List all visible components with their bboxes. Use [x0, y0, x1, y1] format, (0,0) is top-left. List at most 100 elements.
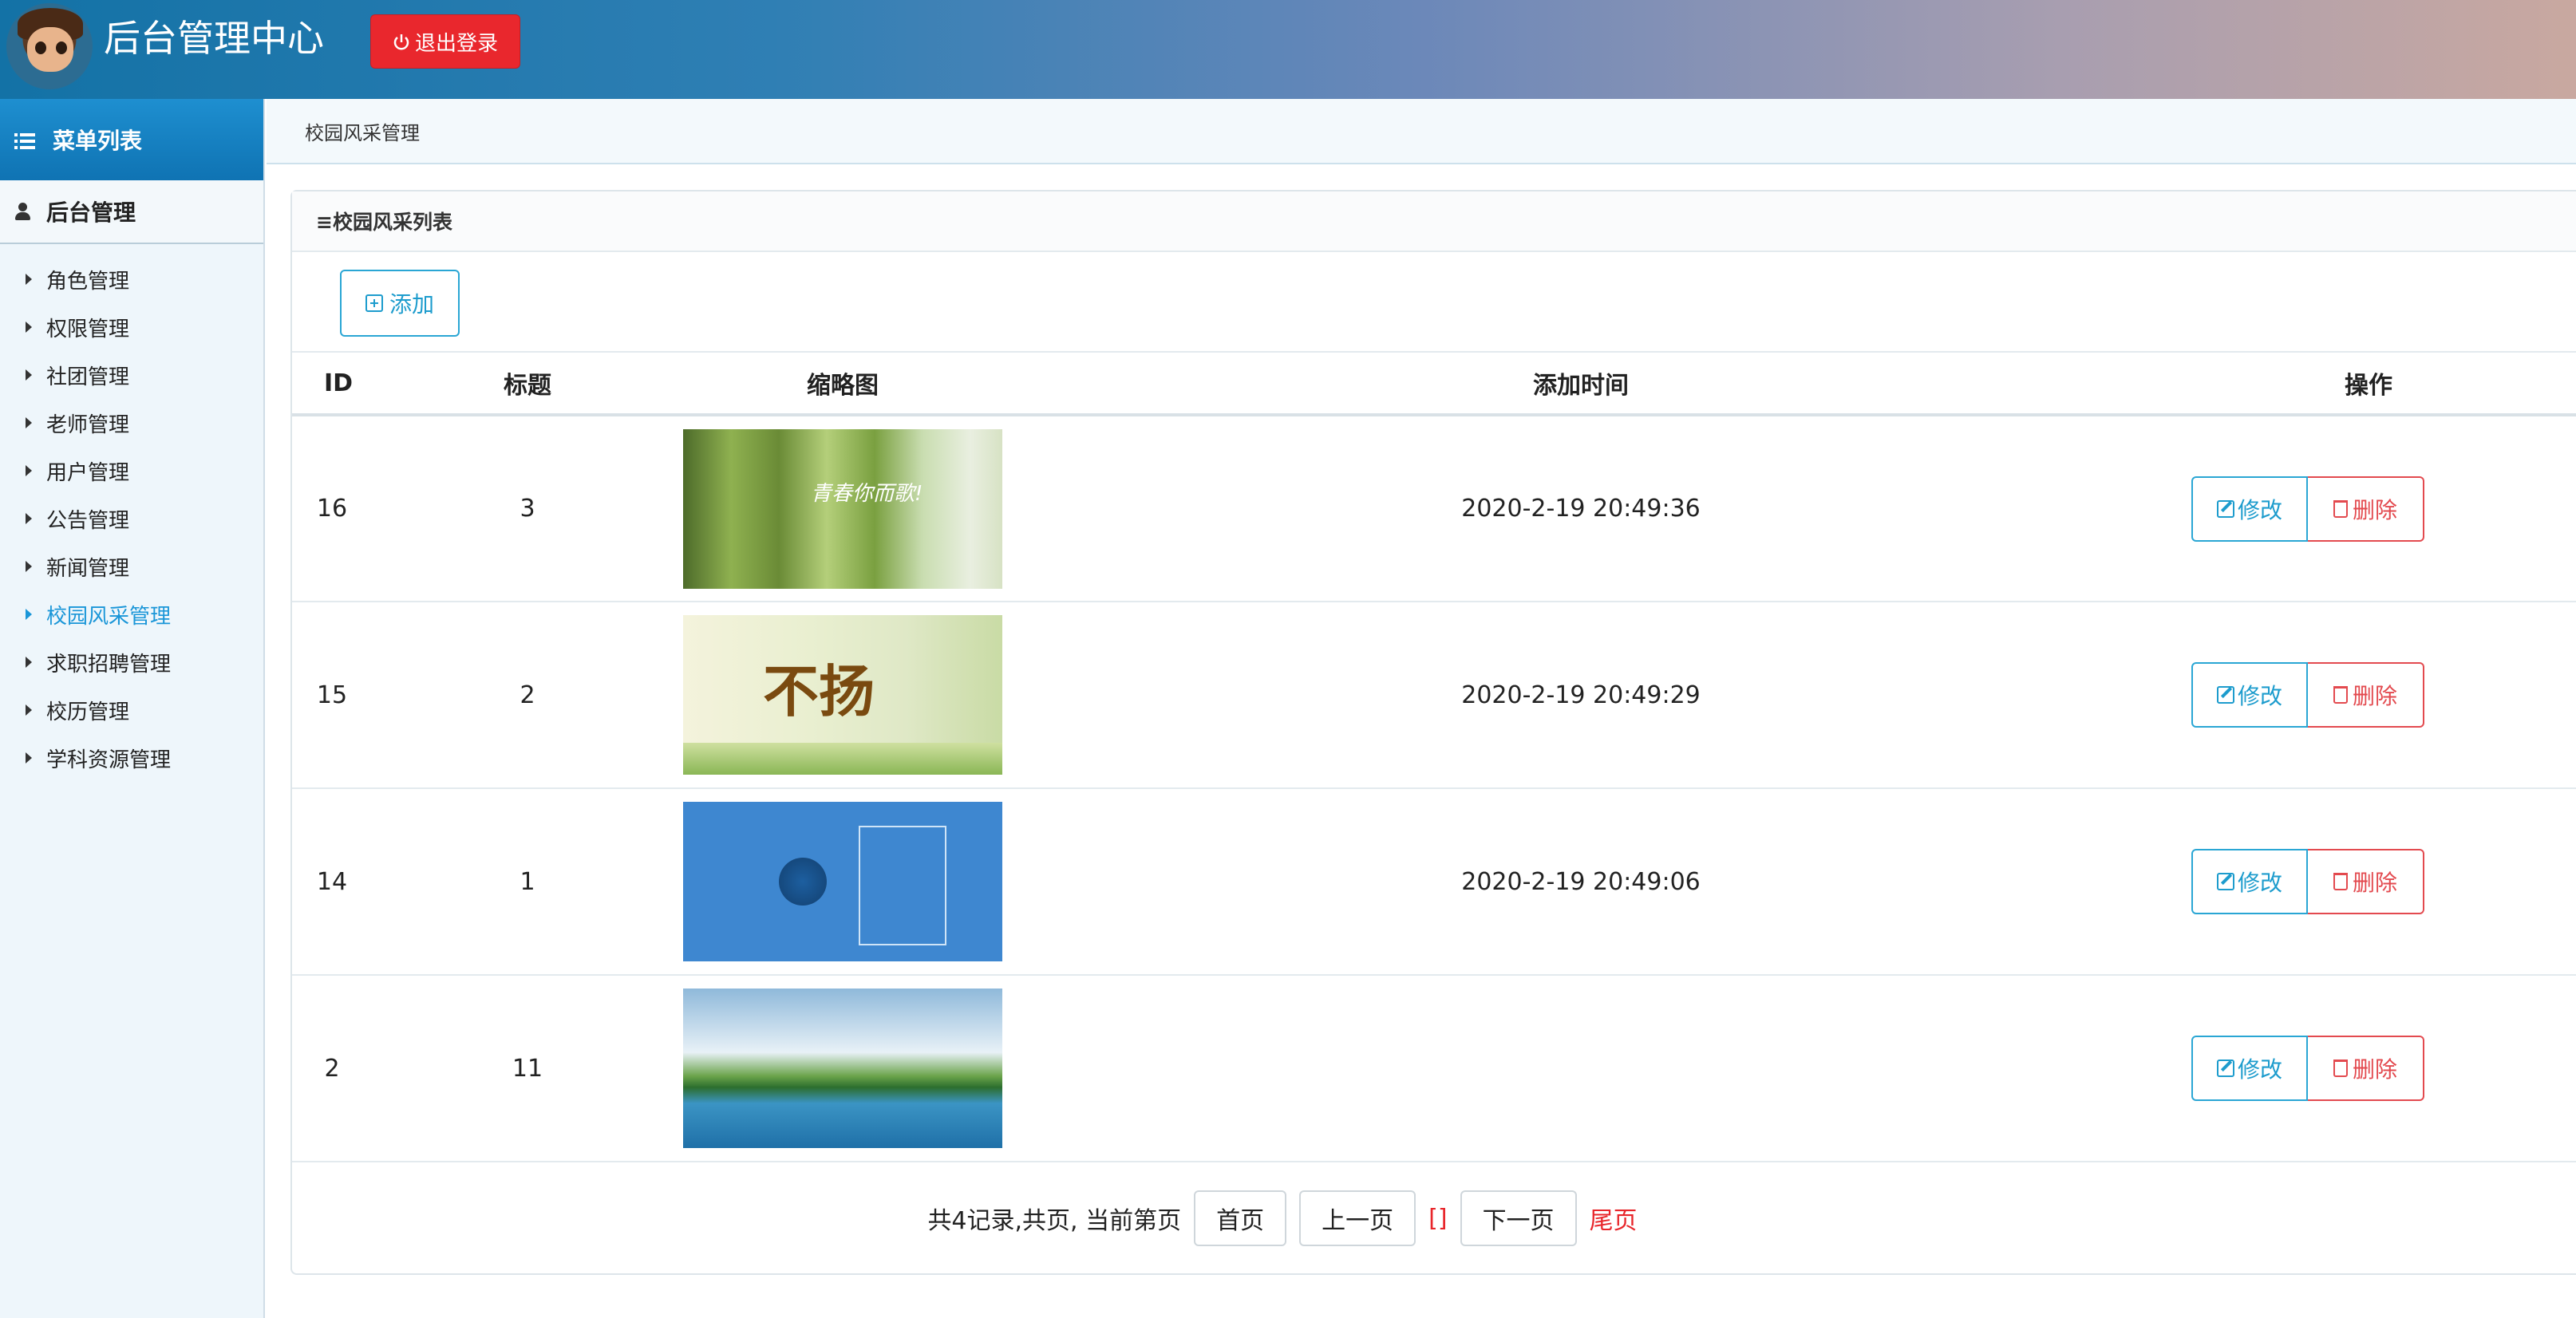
caret-right-icon: [26, 609, 32, 620]
edit-icon: [2216, 686, 2234, 704]
last-page-link[interactable]: 尾页: [1590, 1201, 1638, 1236]
table-header-row: ID 标题 缩略图 添加时间 操作: [292, 353, 2576, 416]
pagination-summary: 共4记录,共页, 当前第页: [927, 1207, 1182, 1235]
trash-icon: [2333, 873, 2348, 890]
delete-button[interactable]: 删除: [2308, 1036, 2424, 1101]
caret-right-icon: [26, 369, 32, 381]
sidebar-item-teachers[interactable]: 老师管理: [0, 399, 263, 447]
edit-button[interactable]: 修改: [2191, 849, 2308, 914]
sidebar-item-label: 学科资源管理: [46, 748, 172, 772]
trash-icon: [2333, 686, 2348, 704]
app-header: 后台管理中心 退出登录: [0, 0, 2576, 99]
caret-right-icon: [26, 752, 32, 764]
prev-page-button[interactable]: 上一页: [1299, 1190, 1416, 1246]
cell-time: 2020-2-19 20:49:36: [1002, 415, 2159, 602]
breadcrumb-current: 校园风采管理: [305, 121, 420, 144]
add-label: 添加: [389, 291, 434, 318]
thumbnail-image: [683, 802, 1002, 961]
sidebar-item-label: 校园风采管理: [46, 604, 172, 629]
campus-style-table: ID 标题 缩略图 添加时间 操作 16 3 青春你而歌! 2020-2-19 …: [292, 353, 2576, 1162]
sidebar-item-campus-style[interactable]: 校园风采管理: [0, 590, 263, 638]
menu-header: 菜单列表: [0, 99, 263, 180]
sidebar-item-calendar[interactable]: 校历管理: [0, 686, 263, 734]
caret-right-icon: [26, 704, 32, 716]
cell-title: 2: [372, 602, 683, 789]
cell-id: 15: [292, 602, 372, 789]
delete-label: 删除: [2352, 870, 2397, 896]
sidebar-item-notices[interactable]: 公告管理: [0, 495, 263, 543]
delete-label: 删除: [2352, 496, 2397, 523]
table-row: 2 11 修改 删除: [292, 975, 2576, 1162]
cell-id: 2: [292, 975, 372, 1162]
sidebar-item-label: 角色管理: [46, 269, 130, 294]
delete-button[interactable]: 删除: [2308, 662, 2424, 728]
sidebar-item-label: 求职招聘管理: [46, 652, 172, 677]
user-icon: [14, 203, 30, 220]
next-page-button[interactable]: 下一页: [1460, 1190, 1577, 1246]
column-header-id: ID: [292, 353, 372, 416]
edit-icon: [2216, 1060, 2234, 1077]
delete-label: 删除: [2352, 1056, 2397, 1083]
breadcrumb: 校园风采管理: [267, 99, 2576, 164]
cell-time: 2020-2-19 20:49:06: [1002, 788, 2159, 976]
sidebar-item-permissions[interactable]: 权限管理: [0, 303, 263, 351]
column-header-thumbnail: 缩略图: [683, 353, 1002, 416]
delete-button[interactable]: 删除: [2308, 476, 2424, 542]
caret-right-icon: [26, 322, 32, 333]
cell-title: 11: [372, 975, 683, 1162]
sidebar-item-roles[interactable]: 角色管理: [0, 255, 263, 303]
edit-label: 修改: [2237, 1056, 2282, 1083]
cell-title: 3: [372, 415, 683, 602]
first-page-button[interactable]: 首页: [1194, 1190, 1287, 1246]
column-header-actions: 操作: [2159, 353, 2576, 416]
edit-label: 修改: [2237, 683, 2282, 709]
list-panel: ≡校园风采列表 添加 ID 标题 缩略图 添加时间 操作 16 3 青春你而歌!…: [290, 190, 2576, 1275]
cell-title: 1: [372, 788, 683, 976]
section-header-admin[interactable]: 后台管理: [0, 180, 263, 244]
caret-right-icon: [26, 657, 32, 668]
section-title: 后台管理: [46, 199, 136, 226]
sidebar-item-jobs[interactable]: 求职招聘管理: [0, 638, 263, 686]
table-row: 16 3 青春你而歌! 2020-2-19 20:49:36 修改 删除: [292, 415, 2576, 602]
trash-icon: [2333, 499, 2348, 518]
sidebar-item-clubs[interactable]: 社团管理: [0, 351, 263, 399]
current-page-indicator: []: [1428, 1204, 1448, 1233]
sidebar-item-label: 用户管理: [46, 460, 130, 485]
trash-icon: [2333, 1060, 2348, 1077]
caret-right-icon: [26, 561, 32, 572]
toolbar: 添加: [292, 252, 2576, 353]
edit-button[interactable]: 修改: [2191, 476, 2308, 542]
plus-square-icon: [365, 294, 383, 312]
sidebar-item-label: 新闻管理: [46, 556, 130, 581]
table-row: 15 2 不扬 2020-2-19 20:49:29 修改 删除: [292, 602, 2576, 789]
logout-label: 退出登录: [414, 31, 498, 56]
edit-button[interactable]: 修改: [2191, 662, 2308, 728]
list-icon: [14, 130, 35, 149]
sidebar-item-users[interactable]: 用户管理: [0, 447, 263, 495]
edit-icon: [2216, 499, 2234, 518]
delete-button[interactable]: 删除: [2308, 849, 2424, 914]
sidebar-item-label: 校历管理: [46, 700, 130, 724]
add-button[interactable]: 添加: [340, 270, 460, 337]
table-row: 14 1 2020-2-19 20:49:06 修改 删除: [292, 788, 2576, 976]
thumbnail-image: 青春你而歌!: [683, 428, 1002, 589]
delete-label: 删除: [2352, 683, 2397, 709]
edit-icon: [2216, 873, 2234, 890]
cell-time: 2020-2-19 20:49:29: [1002, 602, 2159, 789]
sidebar-item-resources[interactable]: 学科资源管理: [0, 734, 263, 782]
logout-button[interactable]: 退出登录: [370, 14, 520, 69]
cell-time: [1002, 975, 2159, 1162]
sidebar-item-label: 老师管理: [46, 412, 130, 437]
column-header-title: 标题: [372, 353, 683, 416]
app-title: 后台管理中心: [104, 17, 324, 60]
caret-right-icon: [26, 274, 32, 285]
edit-label: 修改: [2237, 496, 2282, 523]
panel-title: ≡校园风采列表: [292, 191, 2576, 252]
thumbnail-image: [683, 988, 1002, 1148]
sidebar: 菜单列表 后台管理 角色管理 权限管理 社团管理 老师管理 用户管理 公告管理 …: [0, 99, 265, 1318]
sidebar-item-news[interactable]: 新闻管理: [0, 543, 263, 590]
edit-button[interactable]: 修改: [2191, 1036, 2308, 1101]
menu-title: 菜单列表: [53, 128, 143, 154]
sidebar-item-label: 公告管理: [46, 508, 130, 533]
column-header-time: 添加时间: [1002, 353, 2159, 416]
